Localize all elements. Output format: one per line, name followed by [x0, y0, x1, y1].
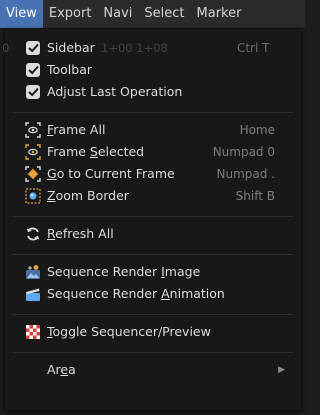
view-menu-dropdown: 0 Sidebar 1+00 1+08 Ctrl T Toolbar Adjus…: [2, 28, 302, 411]
submenu-arrow-icon: ▶: [278, 365, 285, 375]
menu-item-label: Toggle Sequencer/Preview: [47, 324, 211, 339]
frame-all-icon: [25, 122, 41, 138]
menu-item-go-to-current-frame[interactable]: Go to Current Frame Numpad .: [5, 163, 301, 185]
menu-export[interactable]: Export: [43, 0, 98, 28]
shortcut-text: Shift B: [235, 189, 275, 203]
menubar: View Export Navi Select Marker: [0, 0, 305, 28]
current-frame-icon: [25, 166, 41, 182]
menu-item-refresh-all[interactable]: Refresh All: [5, 223, 301, 245]
menu-item-toolbar[interactable]: Toolbar: [5, 59, 301, 81]
menu-item-label: Zoom Border: [47, 188, 129, 203]
menu-marker[interactable]: Marker: [191, 0, 248, 28]
menu-item-frame-selected[interactable]: Frame Selected Numpad 0: [5, 141, 301, 163]
menu-item-sidebar[interactable]: 0 Sidebar 1+00 1+08 Ctrl T: [2, 37, 301, 59]
menu-item-label: Go to Current Frame: [47, 166, 175, 181]
menu-select[interactable]: Select: [138, 0, 190, 28]
refresh-icon: [25, 226, 41, 242]
sequencer-preview-icon: [25, 324, 41, 340]
menu-item-label: Refresh All: [47, 226, 114, 241]
checkbox-checked-icon[interactable]: [25, 62, 41, 78]
menu-item-label: Toolbar: [47, 62, 93, 77]
shortcut-text: Home: [239, 123, 275, 137]
menu-item-label: Sequence Render Animation: [47, 286, 225, 301]
menu-item-adjust-last-operation[interactable]: Adjust Last Operation: [5, 81, 301, 103]
menu-navigation[interactable]: Navi: [97, 0, 138, 28]
menu-view[interactable]: View: [0, 0, 43, 28]
separator: [13, 112, 293, 113]
menu-item-label: Sequence Render Image: [47, 264, 201, 279]
menu-item-zoom-border[interactable]: Zoom Border Shift B: [5, 185, 301, 207]
render-animation-icon: [25, 286, 41, 302]
menu-item-label: Frame All: [47, 122, 106, 137]
menu-item-label: Adjust Last Operation: [47, 84, 183, 99]
separator: [13, 216, 293, 217]
menu-item-label: Area: [47, 362, 76, 377]
frame-selected-icon: [25, 144, 41, 160]
separator: [13, 352, 293, 353]
menu-item-label: Sidebar: [47, 40, 95, 55]
checkbox-checked-icon[interactable]: [25, 40, 41, 56]
menu-item-sequence-render-animation[interactable]: Sequence Render Animation: [5, 283, 301, 305]
menu-item-label: Frame Selected: [47, 144, 145, 159]
menu-item-frame-all[interactable]: Frame All Home: [5, 119, 301, 141]
ghost-timecodes: 1+00 1+08: [101, 41, 168, 55]
ghost-left: 0: [2, 41, 10, 55]
shortcut-text: Numpad 0: [212, 145, 275, 159]
separator: [13, 314, 293, 315]
menu-item-area[interactable]: Area ▶: [5, 359, 301, 381]
zoom-border-icon: [25, 188, 41, 204]
menu-item-sequence-render-image[interactable]: Sequence Render Image: [5, 261, 301, 283]
separator: [13, 254, 293, 255]
checkbox-checked-icon[interactable]: [25, 84, 41, 100]
ghost-shortcut: Ctrl T: [237, 41, 270, 55]
render-image-icon: [25, 264, 41, 280]
menu-item-toggle-sequencer-preview[interactable]: Toggle Sequencer/Preview: [5, 321, 301, 343]
shortcut-text: Numpad .: [216, 167, 276, 181]
screen: View Export Navi Select Marker 0 Sidebar…: [0, 0, 305, 415]
